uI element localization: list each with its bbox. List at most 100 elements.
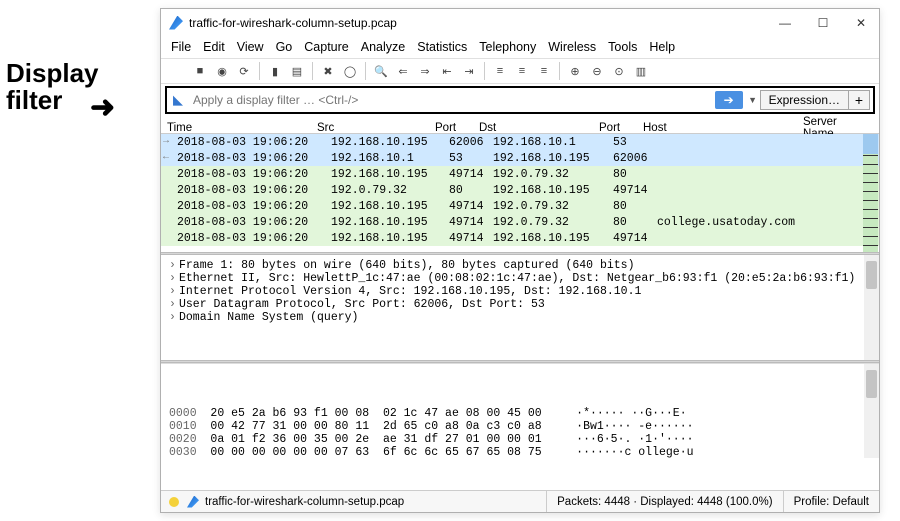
toolbar-button-14[interactable]: ⇤ bbox=[438, 62, 456, 80]
packet-row[interactable]: 2018-08-03 19:06:20192.168.10.1954971419… bbox=[161, 214, 879, 230]
packet-cell-sport: 49714 bbox=[449, 200, 493, 213]
toolbar-button-21[interactable]: ⊕ bbox=[566, 62, 584, 80]
packet-minimap[interactable] bbox=[863, 134, 878, 252]
detail-row[interactable]: ›Domain Name System (query) bbox=[169, 311, 871, 324]
menu-file[interactable]: File bbox=[171, 40, 191, 54]
packet-cell-sport: 49714 bbox=[449, 216, 493, 229]
packet-row[interactable]: 2018-08-03 19:06:20192.168.10.1956200619… bbox=[161, 134, 879, 150]
display-filter-input[interactable] bbox=[189, 91, 712, 109]
packet-row[interactable]: 2018-08-03 19:06:20192.168.10.1954971419… bbox=[161, 198, 879, 214]
hex-row[interactable]: 0000 20 e5 2a b6 93 f1 00 08 02 1c 47 ae… bbox=[169, 407, 871, 420]
packet-row[interactable]: 2018-08-03 19:06:20192.0.79.3280192.168.… bbox=[161, 182, 879, 198]
toolbar-button-19[interactable]: ≡ bbox=[535, 62, 553, 80]
packet-cell-src: 192.168.10.195 bbox=[331, 168, 449, 181]
packet-row[interactable]: 2018-08-03 19:06:20192.168.10.1954971419… bbox=[161, 166, 879, 182]
detail-row[interactable]: ›Internet Protocol Version 4, Src: 192.1… bbox=[169, 285, 871, 298]
maximize-button[interactable]: ☐ bbox=[813, 16, 833, 30]
main-toolbar[interactable]: ■◉⟳▮▤✖◯🔍⇐⇒⇤⇥≡≡≡⊕⊖⊙▥ bbox=[161, 58, 879, 84]
status-profile[interactable]: Profile: Default bbox=[783, 491, 879, 512]
toolbar-button-9[interactable]: ◯ bbox=[341, 62, 359, 80]
titlebar: traffic-for-wireshark-column-setup.pcap … bbox=[161, 9, 879, 36]
column-header-host[interactable]: Host bbox=[643, 122, 803, 134]
annotation-arrow-icon: ➜ bbox=[90, 90, 115, 125]
menu-analyze[interactable]: Analyze bbox=[361, 40, 405, 54]
packet-cell-time: 2018-08-03 19:06:20 bbox=[177, 232, 331, 245]
toolbar-separator bbox=[259, 62, 260, 80]
expression-button[interactable]: Expression… bbox=[760, 90, 848, 110]
toolbar-button-0[interactable] bbox=[169, 62, 187, 80]
packet-cell-src: 192.168.10.195 bbox=[331, 200, 449, 213]
toolbar-button-2[interactable]: ◉ bbox=[213, 62, 231, 80]
menu-help[interactable]: Help bbox=[649, 40, 675, 54]
toolbar-button-22[interactable]: ⊖ bbox=[588, 62, 606, 80]
toolbar-button-24[interactable]: ▥ bbox=[632, 62, 650, 80]
menu-wireless[interactable]: Wireless bbox=[548, 40, 596, 54]
expert-info-icon[interactable] bbox=[169, 497, 179, 507]
add-filter-button[interactable]: + bbox=[848, 90, 870, 110]
toolbar-button-18[interactable]: ≡ bbox=[513, 62, 531, 80]
packet-cell-dport: 80 bbox=[613, 168, 657, 181]
close-button[interactable]: ✕ bbox=[851, 16, 871, 30]
column-header-dst[interactable]: Dst bbox=[479, 122, 599, 134]
menu-capture[interactable]: Capture bbox=[304, 40, 348, 54]
scrollbar[interactable] bbox=[864, 364, 879, 458]
menu-telephony[interactable]: Telephony bbox=[479, 40, 536, 54]
apply-filter-button[interactable]: ➔ bbox=[715, 91, 743, 109]
packet-row[interactable]: 2018-08-03 19:06:20192.168.10.153192.168… bbox=[161, 150, 879, 166]
toolbar-button-11[interactable]: 🔍 bbox=[372, 62, 390, 80]
packet-cell-time: 2018-08-03 19:06:20 bbox=[177, 168, 331, 181]
packet-row[interactable]: 2018-08-03 19:06:20192.168.10.1954971419… bbox=[161, 230, 879, 246]
toolbar-button-5[interactable]: ▮ bbox=[266, 62, 284, 80]
scrollbar[interactable] bbox=[864, 255, 879, 360]
hex-row[interactable]: 0030 00 00 00 00 00 00 07 63 6f 6c 6c 65… bbox=[169, 446, 871, 458]
detail-row[interactable]: ›User Datagram Protocol, Src Port: 62006… bbox=[169, 298, 871, 311]
packet-details-pane[interactable]: ›Frame 1: 80 bytes on wire (640 bits), 8… bbox=[161, 255, 879, 360]
packet-direction-icon: → bbox=[163, 136, 169, 147]
hex-row[interactable]: 0010 00 42 77 31 00 00 80 11 2d 65 c0 a8… bbox=[169, 420, 871, 433]
toolbar-separator bbox=[365, 62, 366, 80]
packet-cell-dst: 192.168.10.195 bbox=[493, 184, 613, 197]
packet-bytes-pane[interactable]: 0000 20 e5 2a b6 93 f1 00 08 02 1c 47 ae… bbox=[161, 363, 879, 458]
toolbar-separator bbox=[484, 62, 485, 80]
packet-cell-dport: 80 bbox=[613, 216, 657, 229]
detail-row[interactable]: ›Frame 1: 80 bytes on wire (640 bits), 8… bbox=[169, 259, 871, 272]
filter-dropdown-icon[interactable]: ▼ bbox=[746, 95, 760, 105]
column-header-port[interactable]: Port bbox=[435, 122, 479, 134]
toolbar-button-1[interactable]: ■ bbox=[191, 62, 209, 80]
annotation-line1: Display bbox=[6, 60, 99, 87]
column-header-time[interactable]: Time bbox=[167, 122, 317, 134]
packet-cell-dport: 49714 bbox=[613, 184, 657, 197]
minimize-button[interactable]: — bbox=[775, 16, 795, 30]
menu-view[interactable]: View bbox=[237, 40, 264, 54]
display-filter-bar: ◣ ➔ ▼ Expression… + bbox=[165, 86, 875, 114]
bookmark-icon[interactable]: ◣ bbox=[167, 92, 189, 108]
menu-edit[interactable]: Edit bbox=[203, 40, 225, 54]
packet-list-header[interactable]: TimeSrcPortDstPortHostServer Name bbox=[161, 116, 879, 134]
toolbar-button-6[interactable]: ▤ bbox=[288, 62, 306, 80]
toolbar-button-15[interactable]: ⇥ bbox=[460, 62, 478, 80]
column-header-src[interactable]: Src bbox=[317, 122, 435, 134]
packet-cell-src: 192.168.10.195 bbox=[331, 232, 449, 245]
menu-go[interactable]: Go bbox=[276, 40, 293, 54]
packet-cell-time: 2018-08-03 19:06:20 bbox=[177, 200, 331, 213]
packet-list[interactable]: →2018-08-03 19:06:20192.168.10.195620061… bbox=[161, 134, 879, 252]
menu-tools[interactable]: Tools bbox=[608, 40, 637, 54]
toolbar-button-23[interactable]: ⊙ bbox=[610, 62, 628, 80]
toolbar-button-3[interactable]: ⟳ bbox=[235, 62, 253, 80]
packet-cell-src: 192.168.10.1 bbox=[331, 152, 449, 165]
packet-cell-sport: 62006 bbox=[449, 136, 493, 149]
menubar[interactable]: File Edit View Go Capture Analyze Statistics Te… bbox=[161, 36, 879, 58]
column-header-port[interactable]: Port bbox=[599, 122, 643, 134]
menu-statistics[interactable]: Statistics bbox=[417, 40, 467, 54]
packet-cell-dst: 192.0.79.32 bbox=[493, 200, 613, 213]
toolbar-button-17[interactable]: ≡ bbox=[491, 62, 509, 80]
annotation-line2: filter bbox=[6, 87, 99, 114]
wireshark-logo-icon bbox=[169, 16, 183, 30]
toolbar-button-12[interactable]: ⇐ bbox=[394, 62, 412, 80]
hex-row[interactable]: 0020 0a 01 f2 36 00 35 00 2e ae 31 df 27… bbox=[169, 433, 871, 446]
statusbar: traffic-for-wireshark-column-setup.pcap … bbox=[161, 490, 879, 512]
toolbar-button-13[interactable]: ⇒ bbox=[416, 62, 434, 80]
packet-cell-src: 192.168.10.195 bbox=[331, 216, 449, 229]
detail-row[interactable]: ›Ethernet II, Src: HewlettP_1c:47:ae (00… bbox=[169, 272, 871, 285]
toolbar-button-8[interactable]: ✖ bbox=[319, 62, 337, 80]
